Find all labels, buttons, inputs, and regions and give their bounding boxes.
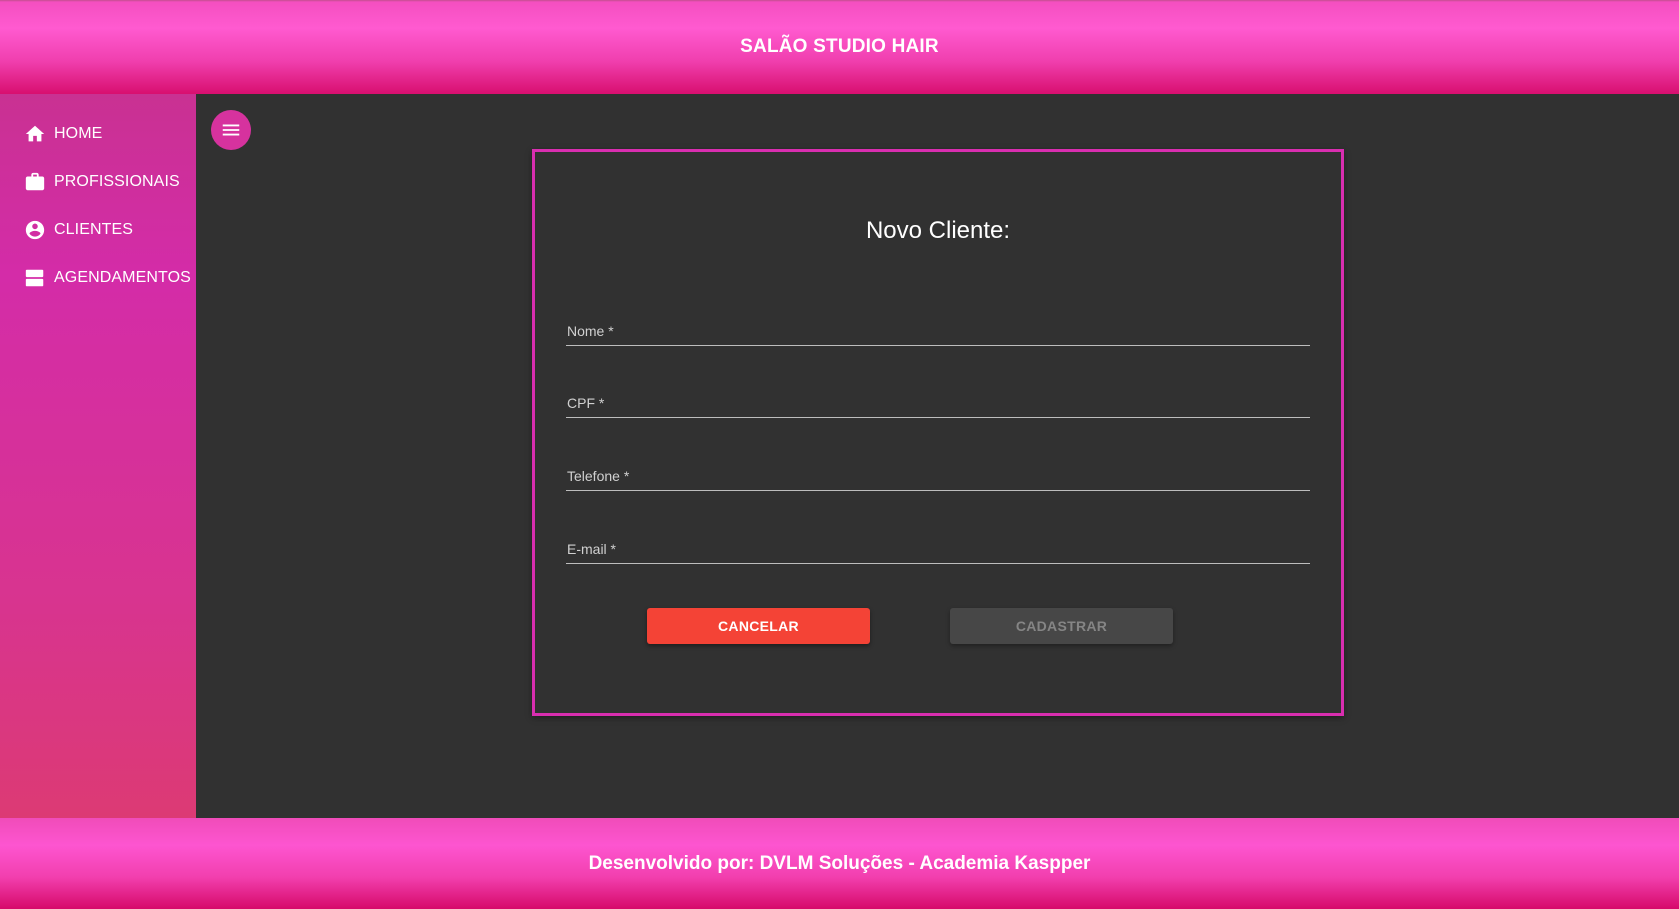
- new-client-form: Novo Cliente: Nome * CPF * Telefone * E-…: [532, 149, 1344, 716]
- menu-icon: [222, 124, 240, 136]
- sidebar-item-label: CLIENTES: [54, 221, 134, 238]
- view-agenda-icon: [24, 267, 46, 289]
- footer-credit: Desenvolvido por: DVLM Soluções - Academ…: [588, 852, 1091, 874]
- nome-field[interactable]: Nome *: [566, 316, 1310, 346]
- email-field[interactable]: E-mail *: [566, 534, 1310, 564]
- app-footer: Desenvolvido por: DVLM Soluções - Academ…: [0, 818, 1679, 909]
- telefone-input[interactable]: [566, 462, 1310, 490]
- sidebar-item-clientes[interactable]: CLIENTES: [0, 206, 196, 254]
- sidebar-item-agendamentos[interactable]: AGENDAMENTOS: [0, 254, 196, 302]
- sidebar-item-profissionais[interactable]: PROFISSIONAIS: [0, 158, 196, 206]
- app-header: SALÃO STUDIO HAIR: [0, 0, 1679, 94]
- app-page: SALÃO STUDIO HAIR HOME PROFISSIONAIS CLI…: [0, 0, 1679, 909]
- app-title: SALÃO STUDIO HAIR: [740, 36, 939, 57]
- sidebar-item-label: HOME: [54, 125, 103, 142]
- telefone-field[interactable]: Telefone *: [566, 461, 1310, 491]
- cpf-input[interactable]: [566, 389, 1310, 417]
- email-input[interactable]: [566, 535, 1310, 563]
- sidebar: HOME PROFISSIONAIS CLIENTES AGENDAMENTOS: [0, 94, 196, 818]
- nome-input[interactable]: [566, 317, 1310, 345]
- form-title: Novo Cliente:: [865, 217, 1011, 244]
- account-circle-icon: [24, 219, 46, 241]
- home-icon: [24, 123, 46, 145]
- cancel-button[interactable]: CANCELAR: [647, 608, 870, 644]
- cpf-field[interactable]: CPF *: [566, 388, 1310, 418]
- menu-toggle-button[interactable]: [211, 110, 251, 150]
- sidebar-item-label: PROFISSIONAIS: [54, 173, 180, 190]
- sidebar-item-label: AGENDAMENTOS: [54, 269, 191, 286]
- briefcase-icon: [24, 171, 46, 193]
- main-content: Novo Cliente: Nome * CPF * Telefone * E-…: [196, 94, 1679, 818]
- sidebar-item-home[interactable]: HOME: [0, 110, 196, 158]
- cadastrar-button[interactable]: CADASTRAR: [950, 608, 1173, 644]
